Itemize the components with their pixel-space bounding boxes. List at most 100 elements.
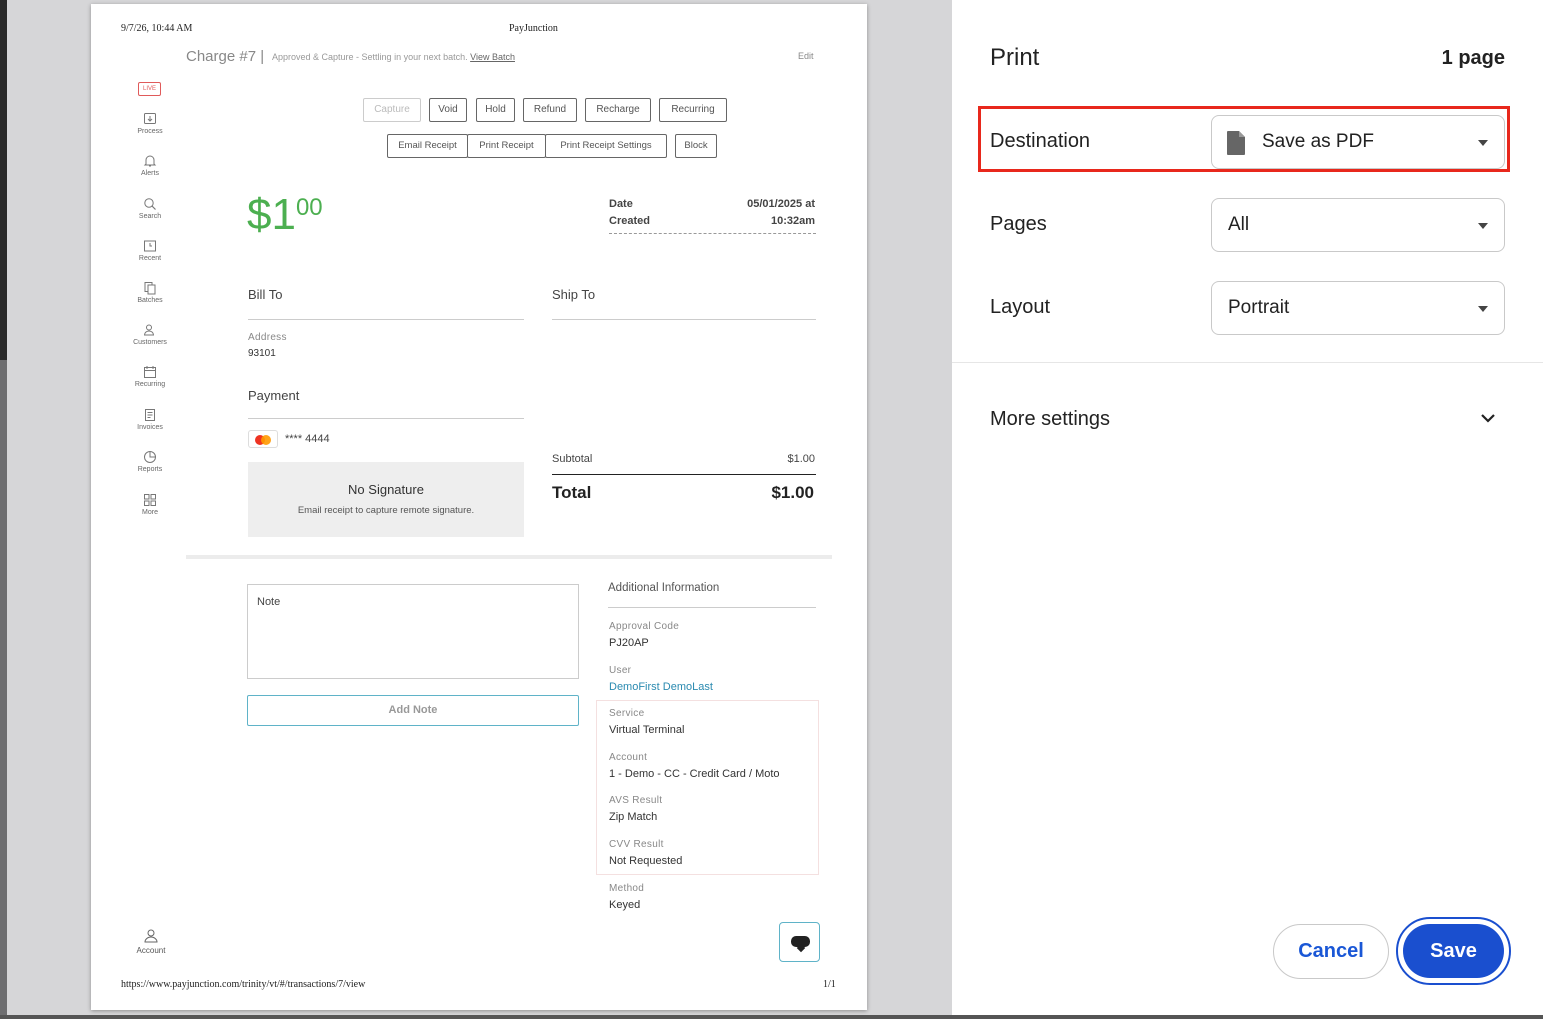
more-settings-toggle[interactable]: More settings: [990, 408, 1110, 431]
additional-info-heading: Additional Information: [608, 582, 720, 594]
date-value-line1: 05/01/2025 at: [747, 198, 815, 210]
bill-to-heading: Bill To: [248, 287, 283, 302]
recurring-button: Recurring: [659, 98, 727, 122]
avs-result-label: AVS Result: [609, 795, 663, 806]
process-icon: [144, 113, 156, 124]
pie-chart-icon: [144, 451, 156, 463]
chevron-down-icon: [1478, 140, 1488, 146]
page-header-title: PayJunction: [509, 23, 558, 34]
cvv-result-label: CVV Result: [609, 839, 664, 850]
nav-alerts: Alerts: [127, 154, 173, 177]
window-bottom-edge: [0, 1015, 1543, 1019]
total-label: Total: [552, 483, 592, 502]
approval-code-value: PJ20AP: [609, 637, 649, 649]
chat-icon: [779, 922, 820, 962]
card-number: **** 4444: [285, 433, 330, 445]
subtotal-label: Subtotal: [552, 453, 593, 465]
note-placeholder: Note: [257, 596, 281, 608]
date-divider: [609, 233, 816, 234]
edit-link: Edit: [798, 51, 814, 61]
print-receipt-settings-button: Print Receipt Settings: [545, 134, 667, 158]
date-value-line2: 10:32am: [770, 215, 815, 227]
note-textarea: Note: [247, 584, 579, 679]
amount-cents: 00: [295, 194, 323, 221]
charge-amount: $100: [247, 190, 323, 240]
save-button[interactable]: Save: [1403, 924, 1504, 978]
layout-value: Portrait: [1228, 297, 1290, 318]
nav-customers: Customers: [127, 323, 173, 346]
charge-status-text: Approved & Capture - Settling in your ne…: [272, 52, 468, 62]
payment-heading: Payment: [248, 388, 300, 403]
page-footer-url: https://www.payjunction.com/trinity/vt/#…: [121, 979, 366, 990]
cancel-button[interactable]: Cancel: [1273, 924, 1389, 979]
recharge-button: Recharge: [585, 98, 651, 122]
subtotal-value: $1.00: [787, 453, 815, 465]
additional-info-divider: [608, 607, 816, 608]
refund-button: Refund: [523, 98, 577, 122]
nav-invoices: Invoices: [127, 408, 173, 431]
address-value: 93101: [248, 348, 276, 359]
layout-label: Layout: [990, 296, 1051, 318]
chevron-down-icon[interactable]: [1480, 411, 1496, 425]
nav-recurring-label: Recurring: [134, 381, 166, 388]
print-receipt-button: Print Receipt: [467, 134, 546, 158]
nav-more-label: More: [142, 509, 158, 516]
calendar-icon: [144, 366, 156, 378]
nav-recent: Recent: [127, 239, 173, 262]
service-label: Service: [609, 708, 645, 719]
date-created-value: 05/01/2025 at 10:32am: [691, 196, 815, 230]
nav-search: Search: [127, 197, 173, 220]
nav-process-label: Process: [137, 128, 163, 135]
hold-button: Hold: [476, 98, 515, 122]
charge-title: Charge #7 |: [186, 48, 265, 65]
address-label: Address: [248, 332, 287, 343]
nav-recurring: Recurring: [127, 365, 173, 388]
preview-page: 9/7/26, 10:44 AM PayJunction Charge #7 |…: [91, 4, 867, 1010]
destination-label: Destination: [990, 130, 1091, 152]
nav-account-label: Account: [136, 946, 166, 955]
nav-batches-label: Batches: [137, 297, 163, 304]
void-button: Void: [429, 98, 467, 122]
pages-value: All: [1228, 214, 1250, 235]
customers-icon: [143, 324, 155, 336]
destination-select[interactable]: Save as PDF: [1211, 115, 1505, 169]
page-footer-number: 1/1: [823, 979, 836, 990]
print-title: Print: [990, 44, 1040, 71]
payment-divider: [248, 418, 524, 419]
nav-invoices-label: Invoices: [137, 424, 163, 431]
bill-to-divider: [248, 319, 524, 320]
date-label-line2: Created: [609, 215, 650, 227]
invoice-icon: [145, 409, 155, 421]
destination-value: Save as PDF: [1262, 131, 1374, 152]
nav-more: More: [127, 493, 173, 516]
nav-reports: Reports: [127, 450, 173, 473]
nav-reports-label: Reports: [137, 466, 163, 473]
email-receipt-button: Email Receipt: [387, 134, 468, 158]
window-edge: [0, 0, 7, 1019]
pages-select[interactable]: All: [1211, 198, 1505, 252]
signature-box: No Signature Email receipt to capture re…: [248, 462, 524, 537]
date-created-label: Date Created: [609, 196, 669, 230]
date-label-line1: Date: [609, 198, 633, 210]
nav-search-label: Search: [138, 213, 162, 220]
add-note-button: Add Note: [247, 695, 579, 726]
avs-result-value: Zip Match: [609, 811, 658, 823]
method-label: Method: [609, 883, 645, 894]
batches-icon: [144, 282, 156, 295]
nav-recent-label: Recent: [138, 255, 162, 262]
chevron-down-icon: [1478, 223, 1488, 229]
nav-process: Process: [127, 112, 173, 135]
approval-code-label: Approval Code: [609, 621, 680, 632]
recent-icon: [144, 240, 156, 252]
total-value: $1.00: [771, 483, 814, 502]
account-icon: [144, 929, 158, 943]
ship-to-heading: Ship To: [552, 287, 596, 302]
method-value: Keyed: [609, 899, 641, 911]
user-link: DemoFirst DemoLast: [609, 681, 713, 693]
live-badge: LIVE: [138, 82, 161, 96]
user-label: User: [609, 665, 632, 676]
account-value: 1 - Demo - CC - Credit Card / Moto: [609, 768, 780, 780]
amount-dollars: $1: [247, 190, 296, 239]
layout-select[interactable]: Portrait: [1211, 281, 1505, 335]
mastercard-icon: [248, 430, 278, 448]
